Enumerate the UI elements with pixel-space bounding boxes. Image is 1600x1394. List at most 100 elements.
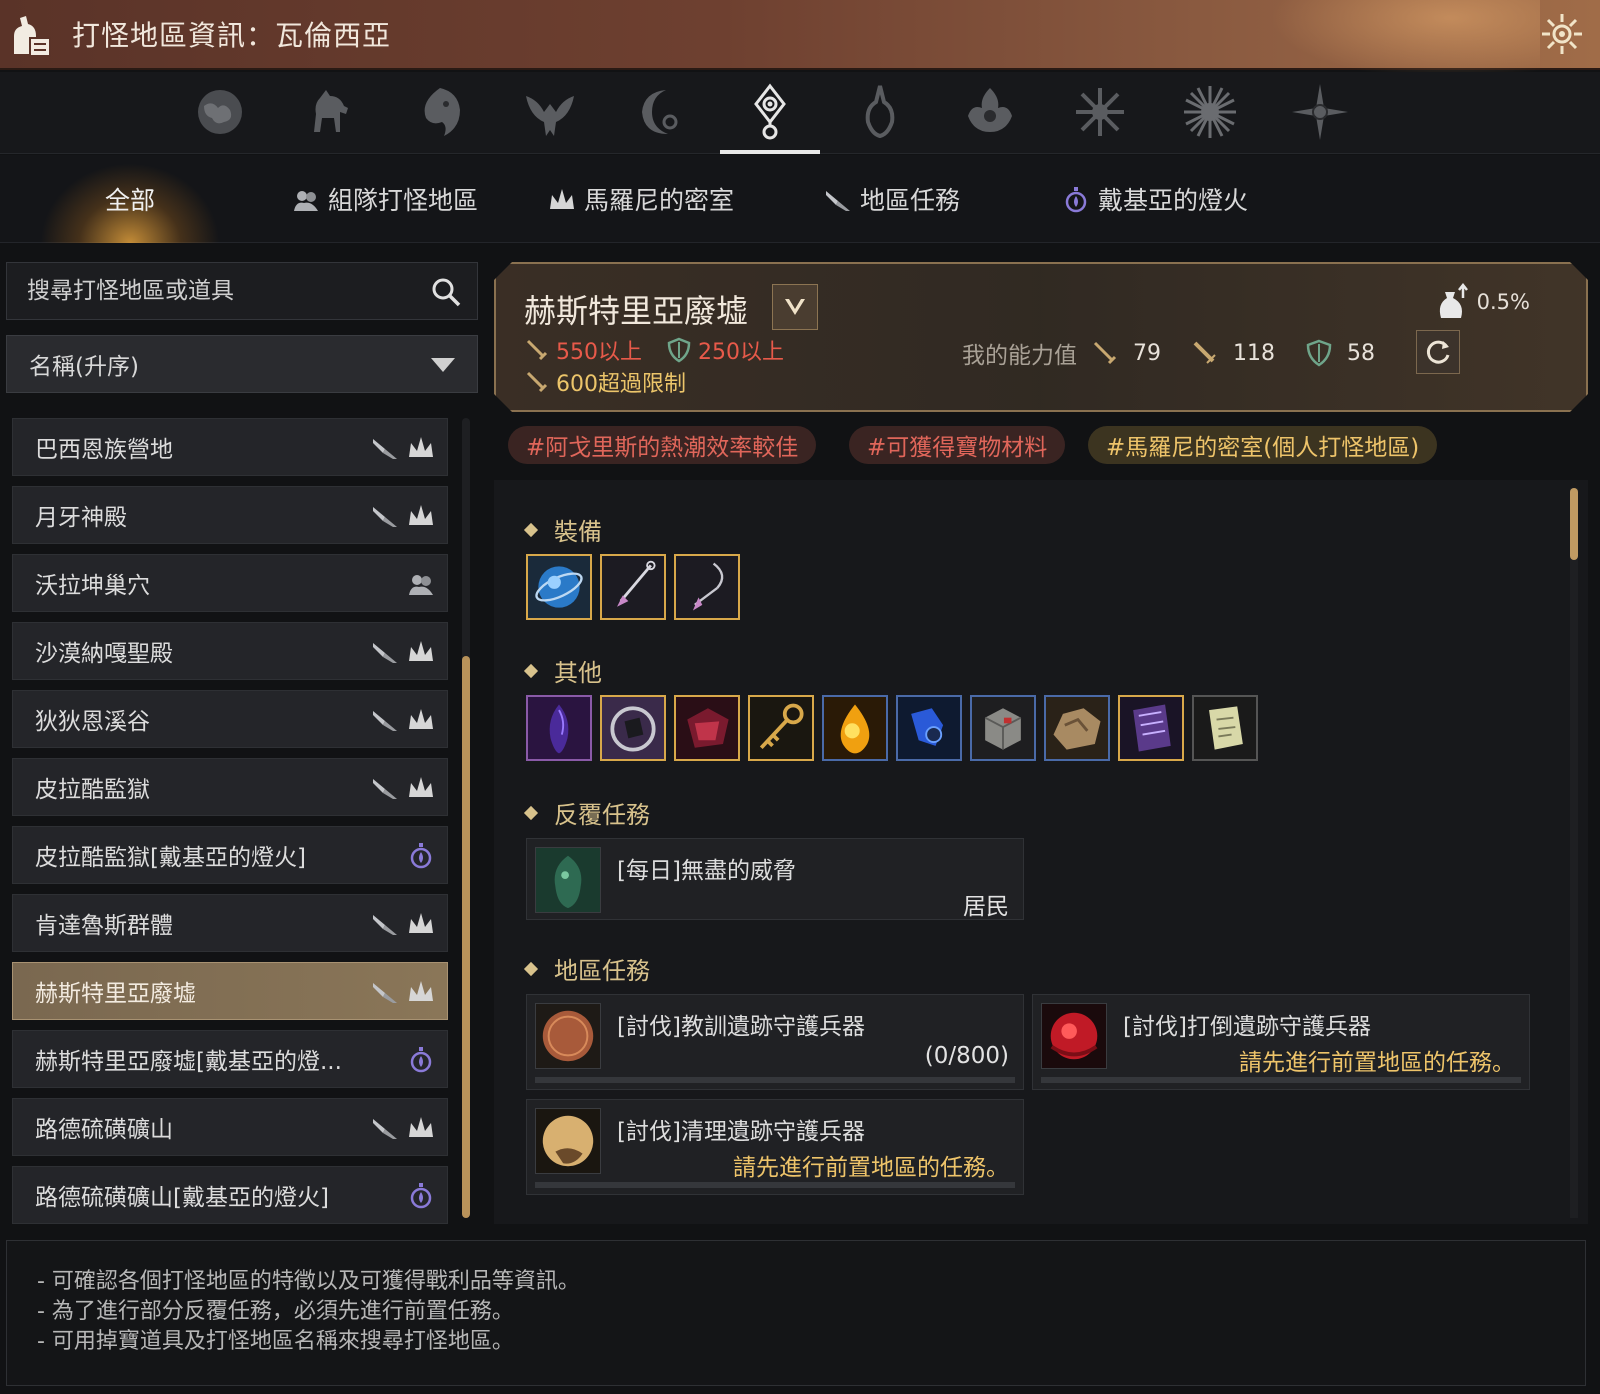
stone-cube-icon[interactable] — [970, 695, 1036, 761]
refresh-button[interactable] — [1416, 330, 1460, 374]
quest-progress-bar — [535, 1182, 1015, 1188]
marni-crown-icon — [409, 709, 433, 729]
golden-key-icon[interactable] — [748, 695, 814, 761]
flame-crest-icon[interactable] — [840, 78, 920, 146]
loot-bag-icon — [1433, 282, 1473, 322]
red-orb-icon — [1041, 1003, 1107, 1069]
tab-party-hunting[interactable]: 組隊打怪地區 — [292, 155, 478, 243]
star-crest-icon[interactable] — [1060, 78, 1140, 146]
crescent-moon-icon[interactable] — [620, 78, 700, 146]
quest-icon — [373, 643, 397, 663]
eagle-crest-icon[interactable] — [510, 78, 590, 146]
marni-crown-icon — [409, 505, 433, 525]
lion-icon[interactable] — [400, 78, 480, 146]
quest-icon — [373, 983, 397, 1003]
search-icon[interactable] — [431, 277, 461, 307]
hunting-area-list-item[interactable]: 赫斯特里亞廢墟[戴基亞的燈... — [12, 1030, 448, 1088]
quest-title: [每日]無盡的威脅 — [617, 858, 796, 884]
area-dropdown-button[interactable] — [772, 284, 818, 330]
list-item-tags — [407, 1181, 435, 1209]
list-item-label: 赫斯特里亞廢墟 — [35, 981, 196, 1007]
amber-drop-icon[interactable] — [822, 695, 888, 761]
blue-tool-icon[interactable] — [896, 695, 962, 761]
area-quest-card[interactable]: [討伐]教訓遺跡守護兵器 (0/800) — [526, 994, 1024, 1090]
world-icon[interactable] — [180, 78, 260, 146]
section-other: 其他 — [523, 653, 602, 688]
sort-dropdown[interactable]: 名稱(升序) — [6, 335, 478, 393]
blue-orb-icon[interactable] — [526, 554, 592, 620]
hunting-area-list-item[interactable]: 狄狄恩溪谷 — [12, 690, 448, 748]
lantern-icon — [410, 843, 432, 869]
tab-all[interactable]: 全部 — [40, 155, 220, 243]
list-item-tags — [371, 1113, 435, 1141]
quest-locked-notice: 請先進行前置地區的任務。 — [1239, 1050, 1515, 1076]
quest-icon — [373, 507, 397, 527]
list-item-tags — [371, 909, 435, 937]
list-item-label: 沙漠納嘎聖殿 — [35, 641, 173, 667]
quest-icon — [373, 1119, 397, 1139]
hunting-area-list-item[interactable]: 巴西恩族營地 — [12, 418, 448, 476]
sword-icon — [524, 337, 550, 363]
compass-star-icon[interactable] — [1280, 78, 1360, 146]
list-scrollbar-thumb[interactable] — [462, 656, 470, 1218]
spear-earring-icon[interactable] — [600, 554, 666, 620]
list-item-label: 赫斯特里亞廢墟[戴基亞的燈... — [35, 1049, 342, 1075]
hunting-area-list-item[interactable]: 赫斯特里亞廢墟 — [12, 962, 448, 1020]
tab-marni-chamber[interactable]: 馬羅尼的密室 — [548, 155, 734, 243]
marni-crown-icon — [409, 641, 433, 661]
list-item-tags — [371, 637, 435, 665]
list-item-tags — [371, 773, 435, 801]
marni-crown-icon — [550, 189, 574, 209]
eye-crest-icon[interactable] — [720, 78, 820, 154]
search-box — [6, 262, 478, 320]
required-ap: 550以上 — [524, 334, 642, 366]
search-input[interactable] — [27, 278, 407, 304]
quest-icon — [373, 711, 397, 731]
marni-crown-icon — [409, 913, 433, 933]
tab-area-quests[interactable]: 地區任務 — [824, 155, 960, 243]
red-gem-box-icon[interactable] — [674, 695, 740, 761]
ap-cap: 600超過限制 — [524, 366, 686, 398]
list-item-label: 肯達魯斯群體 — [35, 913, 173, 939]
lotus-crest-icon[interactable] — [950, 78, 1030, 146]
dark-ring-icon[interactable] — [600, 695, 666, 761]
marni-crown-icon — [409, 437, 433, 457]
purple-scroll-icon[interactable] — [1118, 695, 1184, 761]
hunting-area-list: 巴西恩族營地 月牙神殿沃拉坤巢穴沙漠納嘎聖殿狄狄恩溪谷皮拉酷監獄皮拉酷監獄[戴基亞… — [12, 418, 448, 1234]
list-item-tags — [407, 1045, 435, 1073]
area-quest-card[interactable]: [討伐]清理遺跡守護兵器 請先進行前置地區的任務。 — [526, 1099, 1024, 1195]
list-item-tags — [371, 977, 435, 1005]
hunting-area-list-item[interactable]: 肯達魯斯群體 — [12, 894, 448, 952]
repeat-quest-card[interactable]: [每日]無盡的威脅 居民 — [526, 838, 1024, 920]
paper-note-icon[interactable] — [1192, 695, 1258, 761]
hunting-area-list-item[interactable]: 沃拉坤巢穴 — [12, 554, 448, 612]
hunting-area-list-item[interactable]: 沙漠納嘎聖殿 — [12, 622, 448, 680]
hunting-area-list-item[interactable]: 路德硫磺礦山[戴基亞的燈火] — [12, 1166, 448, 1224]
marni-crown-icon — [409, 777, 433, 797]
list-item-tags — [371, 501, 435, 529]
hunting-area-list-item[interactable]: 月牙神殿 — [12, 486, 448, 544]
hashtag-marni-chamber: #馬羅尼的密室(個人打怪地區) — [1088, 426, 1438, 464]
horse-icon[interactable] — [290, 78, 370, 146]
quest-icon — [826, 191, 850, 211]
quest-progress-bar — [1041, 1077, 1521, 1083]
gear-icon[interactable] — [1540, 12, 1584, 56]
sun-burst-icon[interactable] — [1170, 78, 1250, 146]
quest-title: [討伐]教訓遺跡守護兵器 — [617, 1014, 865, 1040]
tab-label: 地區任務 — [860, 186, 961, 215]
area-quest-card[interactable]: [討伐]打倒遺跡守護兵器 請先進行前置地區的任務。 — [1032, 994, 1530, 1090]
list-item-label: 沃拉坤巢穴 — [35, 573, 150, 599]
content-scrollbar-thumb[interactable] — [1570, 488, 1578, 560]
ore-chunk-icon[interactable] — [1044, 695, 1110, 761]
pendant-necklace-icon[interactable] — [674, 554, 740, 620]
chevron-down-icon — [781, 293, 809, 321]
tab-dakia-lantern[interactable]: 戴基亞的燈火 — [1062, 155, 1248, 243]
refresh-icon — [1423, 337, 1453, 367]
hunting-area-list-item[interactable]: 路德硫磺礦山 — [12, 1098, 448, 1156]
hunting-area-list-item[interactable]: 皮拉酷監獄 — [12, 758, 448, 816]
list-item-tags — [407, 841, 435, 869]
purple-crystal-icon[interactable] — [526, 695, 592, 761]
window-title: 打怪地區資訊：瓦倫西亞 — [72, 19, 392, 52]
content-scrollbar-track[interactable] — [1570, 488, 1578, 1218]
hunting-area-list-item[interactable]: 皮拉酷監獄[戴基亞的燈火] — [12, 826, 448, 884]
